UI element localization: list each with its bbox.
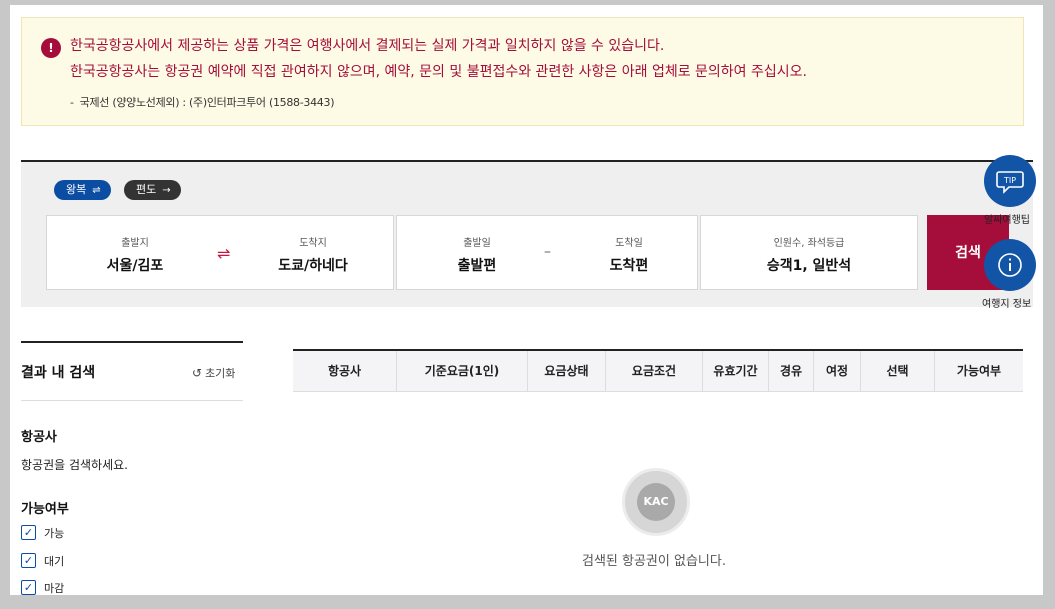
notice-line-1: 한국공항공사에서 제공하는 상품 가격은 여행사에서 결제되는 실제 가격과 일… [70,38,665,54]
airline-filter-heading: 항공사 [21,430,57,445]
notice-line-2: 한국공항공사는 항공권 예약에 직접 관여하지 않으며, 예약, 문의 및 불편… [70,64,807,80]
arrival-field[interactable]: 도착지 도쿄/하네다 [261,234,365,275]
info-icon [998,253,1022,277]
arrival-label: 도착지 [299,238,327,249]
round-trip-label: 왕복 [66,183,87,196]
departure-label: 출발지 [121,238,149,249]
col-availability[interactable]: 가능여부 [935,351,1023,391]
checkbox-available-label[interactable]: 가능 [44,525,64,541]
date-card: 출발일 출발편 – 도착일 도착편 [396,215,698,290]
departure-date-value: 출발편 [457,258,497,274]
checkbox-available[interactable]: ✓ [21,525,36,540]
date-separator: – [544,244,551,260]
departure-value: 서울/김포 [106,258,164,274]
notice-dash: - [70,96,74,109]
col-validity[interactable]: 유효기간 [703,351,769,391]
col-select[interactable]: 선택 [861,351,935,391]
availability-filter-heading: 가능여부 [21,502,69,517]
one-way-icon: → [162,185,171,196]
arrival-value: 도쿄/하네다 [278,258,348,274]
reset-icon: ↺ [192,366,203,380]
one-way-label: 편도 [136,183,157,196]
passenger-class-value: 승객1, 일반석 [766,258,852,274]
destination-info-label[interactable]: 여행지 정보 [982,295,1031,310]
col-base-fare[interactable]: 기준요금(1인) [397,351,528,391]
flight-search-panel: 왕복 ⇌ 편도 → 출발지 서울/김포 ⇌ 도착지 도쿄/하네다 출발일 출발편 –… [21,162,1033,307]
arrival-date-field[interactable]: 도착일 도착편 [589,234,669,275]
travel-tip-label[interactable]: 알짜여행팁 [984,211,1030,226]
filter-reset-button[interactable]: ↺ 초기화 [192,365,235,381]
kac-logo: KAC [622,468,690,536]
kac-logo-text: KAC [637,483,675,521]
checkbox-waiting[interactable]: ✓ [21,553,36,568]
travel-tip-button[interactable]: TIP [984,155,1036,207]
alert-icon: ! [41,38,61,58]
departure-date-field[interactable]: 출발일 출발편 [437,234,517,275]
passenger-card: 인원수, 좌석등급 승객1, 일반석 [700,215,918,290]
checkbox-closed[interactable]: ✓ [21,580,36,595]
results-table-header: 항공사 기준요금(1인) 요금상태 요금조건 유효기간 경유 여정 선택 가능여… [293,351,1023,392]
arrival-date-value: 도착편 [609,258,649,274]
col-fare-status[interactable]: 요금상태 [528,351,606,391]
empty-results-message: 검색된 항공권이 없습니다. [582,554,726,569]
filter-reset-label: 초기화 [205,367,236,380]
col-itinerary[interactable]: 여정 [814,351,861,391]
tip-icon: TIP [996,171,1024,194]
round-trip-tab[interactable]: 왕복 ⇌ [54,180,111,200]
notice-contact: 국제선 (양양노선제외) : (주)인터파크투어 (1588-3443) [79,96,335,109]
swap-route-icon[interactable]: ⇌ [217,244,230,263]
col-fare-condition[interactable]: 요금조건 [606,351,703,391]
arrival-date-label: 도착일 [615,238,643,249]
tip-icon-text: TIP [1003,176,1016,185]
filter-divider [21,400,243,401]
departure-date-label: 출발일 [463,238,491,249]
page-frame: ! 한국공항공사에서 제공하는 상품 가격은 여행사에서 결제되는 실제 가격과… [10,5,1043,595]
one-way-tab[interactable]: 편도 → [124,180,181,200]
col-airline[interactable]: 항공사 [293,351,397,391]
round-trip-icon: ⇌ [92,185,101,196]
checkbox-closed-label[interactable]: 마감 [44,580,64,595]
destination-info-button[interactable] [984,239,1036,291]
filter-title: 결과 내 검색 [21,365,96,381]
filter-top-line [21,341,243,343]
route-card: 출발지 서울/김포 ⇌ 도착지 도쿄/하네다 [46,215,394,290]
passenger-class-label: 인원수, 좌석등급 [773,238,845,249]
passenger-class-field[interactable]: 인원수, 좌석등급 승객1, 일반석 [721,234,897,275]
price-notice: ! 한국공항공사에서 제공하는 상품 가격은 여행사에서 결제되는 실제 가격과… [21,17,1024,126]
notice-line-3: - 국제선 (양양노선제외) : (주)인터파크투어 (1588-3443) [70,94,335,110]
airline-filter-text: 항공권을 검색하세요. [21,458,128,472]
checkbox-waiting-label[interactable]: 대기 [44,553,64,569]
col-stopover[interactable]: 경유 [769,351,814,391]
departure-field[interactable]: 출발지 서울/김포 [95,234,175,275]
